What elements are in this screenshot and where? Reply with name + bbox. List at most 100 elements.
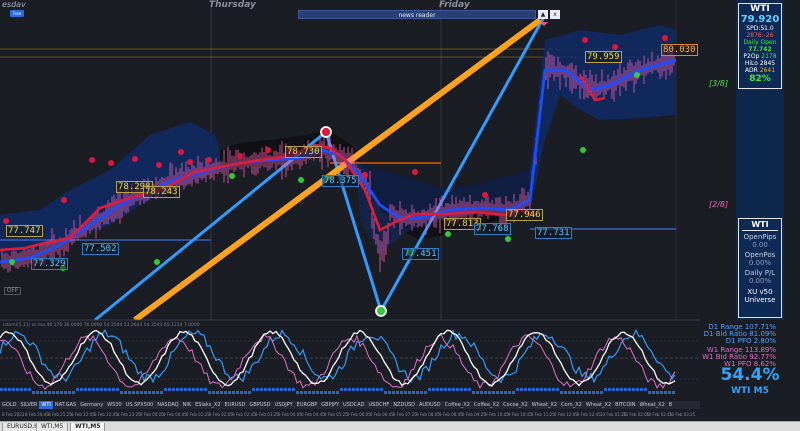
- swing-high-dot: [108, 160, 114, 166]
- symbol-tab-1[interactable]: SILVER: [18, 401, 39, 409]
- histogram-bar: [300, 391, 303, 394]
- histogram-bar: [384, 391, 387, 394]
- symbol-tab-2[interactable]: WTI: [39, 401, 53, 409]
- swing-high-dot: [178, 149, 184, 155]
- fib-level-upper: [3/8]: [709, 79, 729, 88]
- free-badge[interactable]: Free: [10, 10, 24, 17]
- time-tick: 9 Feb 00:05: [140, 412, 164, 417]
- symbol-tab-10[interactable]: EURUSD: [223, 401, 248, 409]
- histogram-bar: [136, 391, 139, 394]
- swing-low-dot: [154, 259, 160, 265]
- histogram-bar: [12, 388, 15, 391]
- symbol-tab-4[interactable]: Germany: [78, 401, 105, 409]
- histogram-bar: [672, 391, 675, 394]
- histogram-bar: [340, 388, 343, 391]
- histogram-bar: [360, 388, 363, 391]
- symbol-tab-8[interactable]: NIK: [181, 401, 194, 409]
- histogram-bar: [652, 391, 655, 394]
- news-reader-bar[interactable]: news reader: [298, 10, 536, 19]
- symbol-tab-15[interactable]: USDCAD: [341, 401, 366, 409]
- histogram-bar: [568, 391, 571, 394]
- histogram-bar: [276, 388, 279, 391]
- time-tick: 8 Feb 23:25: [117, 412, 141, 417]
- wti-positions-panel: WTI OpenPips 0.00 OpenPos 0.00% Daily P/…: [738, 218, 782, 318]
- symbol-tab-11[interactable]: GBPUSD: [248, 401, 273, 409]
- symbol-tab-27[interactable]: BITCOIN: [667, 401, 672, 409]
- swing-high-dot: [89, 157, 95, 163]
- histogram-bar: [172, 388, 175, 391]
- symbol-tab-5[interactable]: WS30: [105, 401, 123, 409]
- symbol-tab-16[interactable]: USDCHF: [367, 401, 392, 409]
- symbol-tab-7[interactable]: NASDAQ: [155, 401, 180, 409]
- histogram-bar: [192, 388, 195, 391]
- histogram-bar: [320, 391, 323, 394]
- histogram-bar: [256, 388, 259, 391]
- time-tick: 9 Feb 06:45: [370, 412, 394, 417]
- symbol-tab-19[interactable]: Coffee_X2: [443, 401, 472, 409]
- histogram-bar: [220, 391, 223, 394]
- symbol-tab-9[interactable]: ESlaks_X2: [193, 401, 222, 409]
- histogram-bar: [184, 388, 187, 391]
- histogram-bar: [232, 391, 235, 394]
- price-label: 78.730: [285, 146, 322, 158]
- histogram-bar: [532, 388, 535, 391]
- time-tick: 9 Feb 07:25: [393, 412, 417, 417]
- histogram-bar: [280, 388, 283, 391]
- symbol-tab-6[interactable]: US SPX500: [124, 401, 156, 409]
- symbol-tab-13[interactable]: EURGBP: [295, 401, 320, 409]
- news-reader-close-icon[interactable]: x: [550, 10, 560, 19]
- news-reader-up-icon[interactable]: ▲: [538, 10, 548, 19]
- symbol-tab-24[interactable]: Wheat_X2: [584, 401, 613, 409]
- histogram-bar: [76, 388, 79, 391]
- histogram-bar: [536, 388, 539, 391]
- symbol-tab-23[interactable]: Corn_X2: [559, 401, 584, 409]
- histogram-bar: [592, 391, 595, 394]
- histogram-bar: [252, 388, 255, 391]
- histogram-bar: [344, 388, 347, 391]
- daily-pl-value: 0.00%: [748, 277, 772, 285]
- histogram-bar: [596, 391, 599, 394]
- chart-tab-1[interactable]: WTI,M5: [36, 423, 69, 431]
- symbol-tab-18[interactable]: AUDUSD: [417, 401, 443, 409]
- symbol-tab-12[interactable]: USDJPY: [273, 401, 295, 409]
- histogram-bar: [420, 391, 423, 394]
- symbol-tab-21[interactable]: Cocoa_X2: [501, 401, 530, 409]
- histogram-bar: [116, 388, 119, 391]
- histogram-bar: [8, 388, 11, 391]
- histogram-bar: [100, 388, 103, 391]
- symbol-tab-20[interactable]: Coffee_X2: [472, 401, 501, 409]
- off-button[interactable]: OFF: [4, 287, 21, 295]
- histogram-bar: [236, 391, 239, 394]
- symbol-tab-14[interactable]: GBPJPY: [319, 401, 341, 409]
- histogram-bar: [444, 388, 447, 391]
- histogram-bar: [584, 391, 587, 394]
- histogram-bar: [336, 391, 339, 394]
- histogram-bar: [436, 388, 439, 391]
- histogram-bar: [392, 391, 395, 394]
- chart-canvas[interactable]: [0, 0, 800, 421]
- symbol-tab-26[interactable]: Wheat_X2: [637, 401, 666, 409]
- histogram-bar: [500, 391, 503, 394]
- histogram-bar: [356, 388, 359, 391]
- histogram-bar: [296, 391, 299, 394]
- wti-adr-label: ADR: [744, 67, 758, 74]
- histogram-bar: [376, 388, 379, 391]
- histogram-bar: [452, 388, 455, 391]
- histogram-bar: [612, 388, 615, 391]
- histogram-bar: [240, 391, 243, 394]
- histogram-bar: [416, 391, 419, 394]
- histogram-bar: [580, 391, 583, 394]
- price-label: 80.030: [661, 44, 698, 56]
- symbol-tab-22[interactable]: Wheat_X2: [530, 401, 559, 409]
- time-tick: 9 Feb 02:05: [209, 412, 233, 417]
- symbol-tab-3[interactable]: NAT.GAS: [53, 401, 78, 409]
- wti-spread: SPD:51.0: [746, 25, 774, 32]
- chart-tab-2[interactable]: WTI,M5: [70, 423, 106, 431]
- histogram-bar: [456, 388, 459, 391]
- time-tick: 8 Feb 21:25: [48, 412, 72, 417]
- histogram-bar: [180, 388, 183, 391]
- symbol-tab-0[interactable]: GOLD: [0, 401, 18, 409]
- symbol-tab-17[interactable]: NZDUSD: [391, 401, 417, 409]
- histogram-bar: [284, 388, 287, 391]
- symbol-tab-25[interactable]: BITCOIN: [613, 401, 637, 409]
